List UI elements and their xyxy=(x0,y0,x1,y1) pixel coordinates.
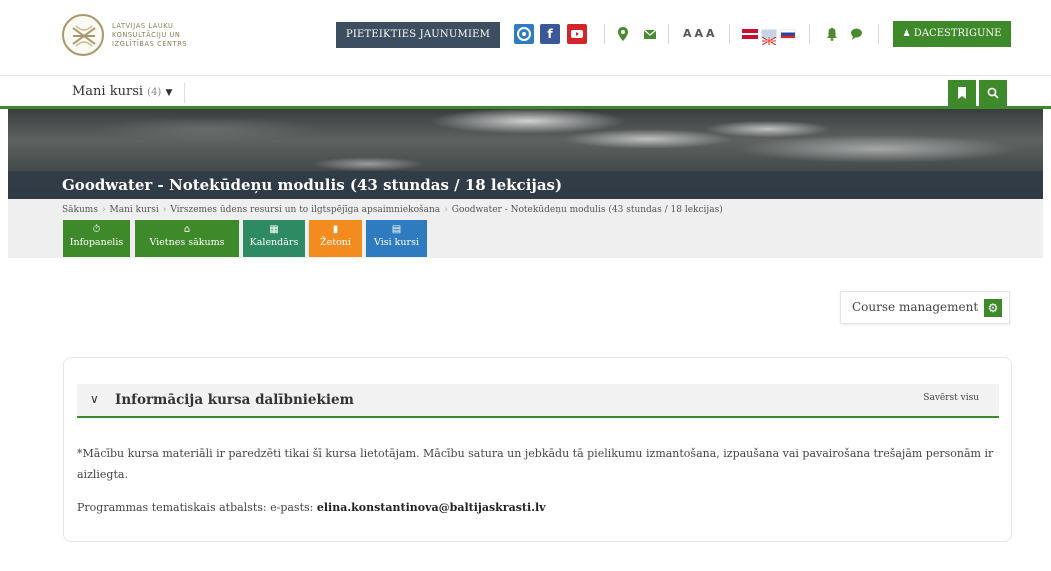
mail-icon[interactable] xyxy=(643,26,657,42)
search-button[interactable] xyxy=(979,80,1007,106)
search-icon xyxy=(987,87,999,99)
quick-link-label: Žetoni xyxy=(320,237,351,248)
breadcrumb-separator: › xyxy=(101,205,106,215)
dashboard-icon: ⏱ xyxy=(92,224,101,235)
header-divider xyxy=(668,24,669,44)
quick-link-badges[interactable]: ▮ Žetoni xyxy=(309,220,362,257)
collapse-all-link[interactable]: Savērst visu xyxy=(923,393,979,403)
logo-text: LATVIJAS LAUKU KONSULTĀCIJU UN IZGLĪTĪBA… xyxy=(112,22,187,49)
quick-link-label: Infopanelis xyxy=(69,237,124,248)
logo-line-1: LATVIJAS LAUKU xyxy=(112,21,174,30)
font-size-switcher[interactable]: AAA xyxy=(683,27,718,40)
quick-link-dashboard[interactable]: ⏱ Infopanelis xyxy=(63,220,130,257)
course-header-strip: Sākums › Mani kursi › Virszemes ūdens resurs… xyxy=(8,199,1043,258)
header-divider xyxy=(809,24,810,44)
flag-ru-icon[interactable] xyxy=(780,29,796,39)
breadcrumb: Sākums › Mani kursi › Virszemes ūdens resurs… xyxy=(62,205,723,215)
main-nav: Mani kursi (4) ▼ xyxy=(0,76,1051,109)
support-contact: Programmas tematiskais atbalsts: e-pasts… xyxy=(77,501,546,514)
course-hero-banner: Goodwater - Notekūdeņu modulis (43 stund… xyxy=(8,109,1043,199)
home-icon: ⌂ xyxy=(183,224,191,235)
chevron-down-icon[interactable]: ∨ xyxy=(90,392,99,406)
top-header: LATVIJAS LAUKU KONSULTĀCIJU UN IZGLĪTĪBA… xyxy=(0,0,1051,76)
logo-line-2: KONSULTĀCIJU UN xyxy=(112,30,181,39)
quick-link-all-courses[interactable]: ▤ Visi kursi xyxy=(366,220,427,257)
location-icon[interactable] xyxy=(617,26,629,42)
quick-link-label: Kalendārs xyxy=(249,237,299,248)
section-title: Informācija kursa dalībniekiem xyxy=(115,392,354,408)
section-header[interactable]: ∨ Informācija kursa dalībniekiem Savērst… xyxy=(77,384,999,418)
archive-icon: ▤ xyxy=(391,224,402,235)
flag-en-icon[interactable] xyxy=(761,29,777,46)
facebook-icon[interactable]: f xyxy=(540,24,560,44)
support-label: Programmas tematiskais atbalsts: e-pasts… xyxy=(77,501,317,514)
support-email-link[interactable]: elina.konstantinova@baltijaskrasti.lv xyxy=(317,501,546,514)
quick-link-label: Vietnes sākums xyxy=(149,237,225,248)
my-courses-label: Mani kursi xyxy=(72,84,144,99)
quick-link-calendar[interactable]: ▦ Kalendārs xyxy=(243,220,305,257)
breadcrumb-item[interactable]: Sākums xyxy=(62,205,98,215)
my-courses-count: (4) xyxy=(147,87,162,98)
site-logo[interactable]: LATVIJAS LAUKU KONSULTĀCIJU UN IZGLĪTĪBA… xyxy=(62,14,187,56)
bookmark-icon: ▮ xyxy=(332,224,339,235)
header-divider xyxy=(604,24,605,44)
my-courses-dropdown[interactable]: Mani kursi (4) ▼ xyxy=(72,84,172,99)
chevron-down-icon: ▼ xyxy=(165,88,173,98)
header-divider xyxy=(729,24,730,44)
course-title: Goodwater - Notekūdeņu modulis (43 stund… xyxy=(62,176,563,194)
logo-emblem-icon xyxy=(62,14,104,56)
breadcrumb-separator: › xyxy=(444,205,448,215)
user-icon: ♟ xyxy=(902,29,911,39)
user-menu-button[interactable]: ♟ DACESTRIGUNE xyxy=(893,21,1011,47)
course-title-bar: Goodwater - Notekūdeņu modulis (43 stund… xyxy=(8,171,1043,199)
breadcrumb-item-current[interactable]: Goodwater - Notekūdeņu modulis (43 stund… xyxy=(452,205,723,215)
youtube-icon[interactable] xyxy=(567,24,587,44)
breadcrumb-separator: › xyxy=(162,205,167,215)
chat-icon[interactable] xyxy=(850,26,863,42)
quick-link-label: Visi kursi xyxy=(374,237,419,248)
course-management-button[interactable]: Course management ⚙ xyxy=(840,291,1010,324)
bookmark-button[interactable] xyxy=(948,80,976,106)
flag-lv-icon[interactable] xyxy=(742,29,758,39)
bell-icon[interactable] xyxy=(826,26,838,42)
gear-icon: ⚙ xyxy=(984,299,1002,317)
draugiem-icon[interactable] xyxy=(514,24,534,44)
user-name: DACESTRIGUNE xyxy=(913,28,1002,39)
bookmark-icon xyxy=(958,87,966,99)
logo-line-3: IZGLĪTĪBAS CENTRS xyxy=(112,39,188,48)
header-divider xyxy=(878,24,879,44)
course-management-label: Course management xyxy=(852,300,979,314)
subscribe-news-button[interactable]: PIETEIKTIES JAUNUMIEM xyxy=(336,22,500,48)
copyright-notice: *Mācību kursa materiāli ir paredzēti tik… xyxy=(77,447,994,481)
course-section-card: ∨ Informācija kursa dalībniekiem Savērst… xyxy=(63,357,1012,542)
quick-link-site-home[interactable]: ⌂ Vietnes sākums xyxy=(135,220,239,257)
calendar-icon: ▦ xyxy=(269,224,279,235)
breadcrumb-item[interactable]: Mani kursi xyxy=(110,205,159,215)
nav-divider xyxy=(184,83,185,103)
breadcrumb-item[interactable]: Virszemes ūdens resursi un to ilgtspējīg… xyxy=(170,205,440,215)
